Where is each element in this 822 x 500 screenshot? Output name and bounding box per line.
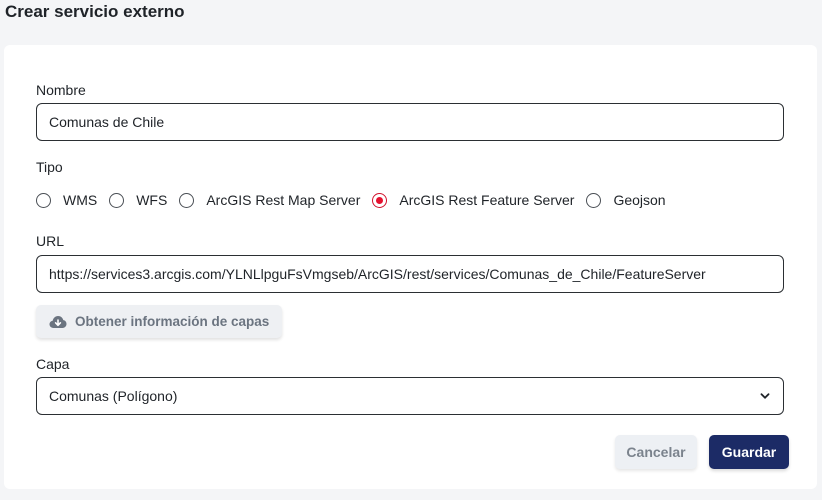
radio-selected-dot xyxy=(376,196,384,204)
radio-arcgis-map-server-circle[interactable] xyxy=(179,192,195,208)
cloud-download-icon xyxy=(49,315,67,328)
radio-arcgis-feature-server[interactable]: ArcGIS Rest Feature Server xyxy=(372,192,574,208)
radio-geojson[interactable]: Geojson xyxy=(586,192,666,208)
cancel-button[interactable]: Cancelar xyxy=(615,435,697,469)
radio-arcgis-feature-server-circle[interactable] xyxy=(372,192,388,208)
radio-geojson-label[interactable]: Geojson xyxy=(613,192,665,208)
chevron-down-icon xyxy=(760,393,770,399)
save-button[interactable]: Guardar xyxy=(709,435,789,469)
radio-wfs-label[interactable]: WFS xyxy=(136,192,167,208)
capa-select[interactable]: Comunas (Polígono) xyxy=(36,377,784,415)
fetch-layers-label: Obtener información de capas xyxy=(75,314,270,329)
fetch-layers-button[interactable]: Obtener información de capas xyxy=(36,305,282,338)
radio-geojson-circle[interactable] xyxy=(586,192,602,208)
radio-wfs-circle[interactable] xyxy=(109,192,125,208)
radio-wms-circle[interactable] xyxy=(36,192,51,208)
radio-arcgis-feature-server-label[interactable]: ArcGIS Rest Feature Server xyxy=(399,192,574,208)
radio-wms-label[interactable]: WMS xyxy=(63,192,97,208)
url-label: URL xyxy=(36,233,65,249)
capa-select-value: Comunas (Polígono) xyxy=(49,388,178,404)
tipo-label: Tipo xyxy=(36,159,63,175)
radio-wms[interactable]: WMS xyxy=(36,192,97,208)
radio-wfs[interactable]: WFS xyxy=(109,192,167,208)
capa-label: Capa xyxy=(36,356,70,372)
radio-arcgis-map-server[interactable]: ArcGIS Rest Map Server xyxy=(179,192,360,208)
radio-arcgis-map-server-label[interactable]: ArcGIS Rest Map Server xyxy=(206,192,360,208)
form-card: Nombre Tipo WMS WFS ArcGIS Rest Map Serv… xyxy=(4,45,817,489)
url-input[interactable] xyxy=(36,255,784,293)
nombre-label: Nombre xyxy=(36,82,86,98)
tipo-radio-group: WMS WFS ArcGIS Rest Map Server ArcGIS Re… xyxy=(36,190,678,210)
nombre-input[interactable] xyxy=(36,103,784,141)
page-title: Crear servicio externo xyxy=(5,2,185,21)
